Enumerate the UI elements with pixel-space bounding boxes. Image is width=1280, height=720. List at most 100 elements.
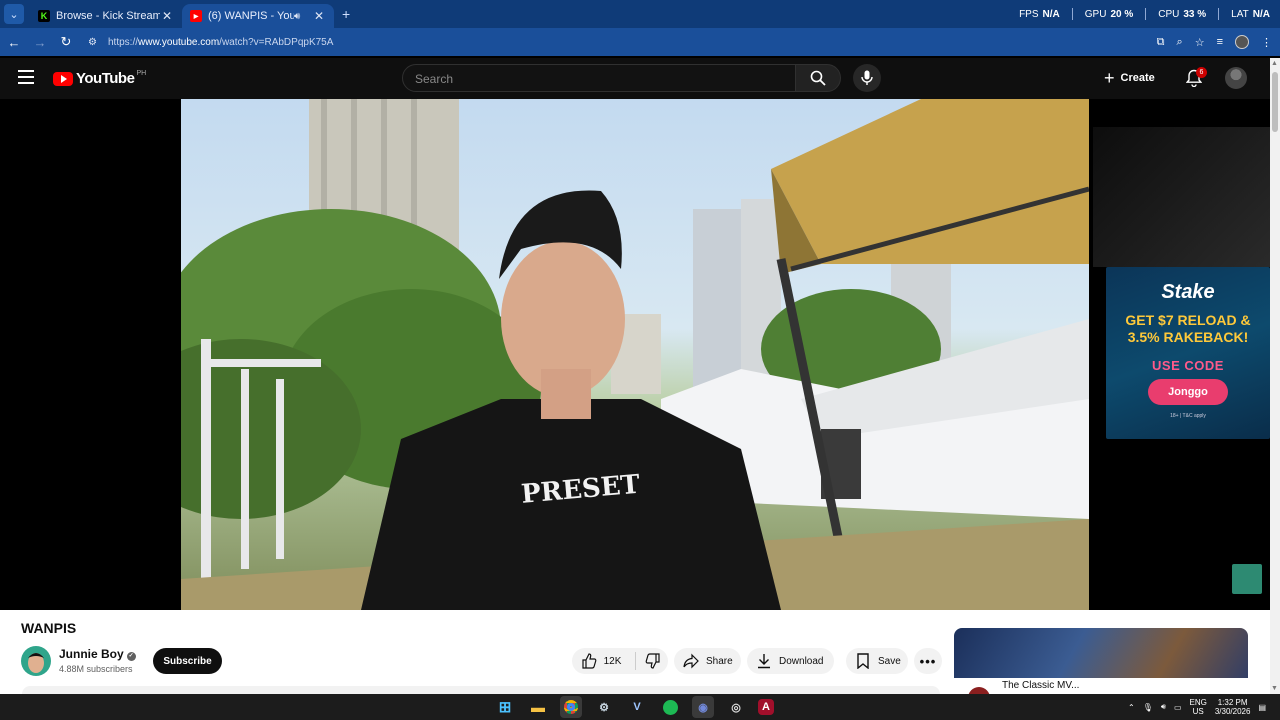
youtube-logo[interactable]: YouTube PH — [53, 70, 146, 87]
video-title: WANPIS — [21, 620, 77, 636]
save-label: Save — [878, 655, 901, 667]
kick-favicon-icon: K — [38, 10, 50, 22]
notification-center-icon[interactable]: ▤ — [1258, 703, 1266, 712]
media-control-icon[interactable]: ≡ — [1217, 36, 1223, 48]
divider — [1145, 8, 1147, 20]
avatar-image — [28, 653, 44, 673]
search-input[interactable]: Search — [402, 64, 796, 92]
ad-code-button[interactable]: Jonggo — [1148, 379, 1228, 405]
back-arrow-icon[interactable]: ← — [2, 30, 26, 54]
streamer-webcam — [1093, 127, 1270, 267]
related-video-title[interactable]: The Classic MV... — [1002, 680, 1079, 691]
site-info-icon[interactable]: ⚙ — [88, 37, 102, 48]
page-scrollbar[interactable]: ▲ ▼ — [1270, 58, 1280, 694]
stake-ad-banner[interactable]: Stake GET $7 RELOAD & 3.5% RAKEBACK! USE… — [1106, 267, 1270, 439]
verified-icon: ✓ — [126, 652, 136, 661]
lat-readout: LAT N/A — [1231, 8, 1270, 20]
windows-taskbar: ⊞ ▬ ⚙ V ◉ ◎ A ⌃ 🎙︎ 🔊︎ ▭ ENG US 1:32 PM 3/3… — [0, 694, 1280, 720]
reload-icon[interactable]: ↻ — [54, 30, 78, 54]
browser-tab-strip: ⌄ K Browse - Kick Streaming ✕ ▶ (6) WANP… — [0, 0, 1280, 28]
valorant-icon[interactable]: V — [626, 696, 648, 718]
like-count[interactable]: 12K — [604, 656, 622, 667]
browser-menu-icon[interactable]: ⋮ — [1261, 36, 1272, 49]
system-tray: ⌃ 🎙︎ 🔊︎ ▭ ENG US 1:32 PM 3/30/2026 ▤ — [1128, 694, 1266, 720]
zoom-icon[interactable]: ⌕ — [1177, 36, 1183, 49]
video-player[interactable]: PRESET Stake GET $7 RELOAD & 3.5% RAKEBA… — [0, 99, 1270, 610]
scroll-up-icon[interactable]: ▲ — [1271, 60, 1278, 67]
country-code: PH — [136, 70, 147, 77]
save-button[interactable]: Save — [846, 648, 908, 674]
logo-text: YouTube — [76, 70, 135, 87]
chrome-icon[interactable] — [560, 696, 582, 718]
description-box[interactable] — [22, 686, 940, 694]
plus-icon: + — [1104, 67, 1115, 88]
obs-icon[interactable]: ◎ — [725, 696, 747, 718]
create-label: Create — [1120, 72, 1155, 84]
ad-fine-print: 18+ | T&C apply — [1170, 413, 1206, 419]
video-scene: PRESET — [181, 99, 1089, 610]
search-button[interactable] — [795, 64, 841, 92]
create-button[interactable]: + Create — [1104, 66, 1155, 90]
new-tab-button[interactable]: + — [342, 6, 350, 22]
share-button[interactable]: Share — [674, 648, 741, 674]
toolbar-actions: ⧉ ⌕ ☆ ≡ ⋮ — [1157, 28, 1272, 56]
download-label: Download — [779, 655, 824, 667]
share-arrow-icon — [682, 652, 700, 670]
channel-watermark[interactable] — [1232, 564, 1262, 594]
video-frame[interactable]: PRESET — [181, 99, 1089, 610]
youtube-play-icon — [53, 71, 73, 86]
divider — [1218, 8, 1220, 20]
account-avatar[interactable] — [1225, 67, 1247, 89]
download-button[interactable]: Download — [747, 648, 834, 674]
network-icon[interactable]: ▭ — [1174, 703, 1182, 712]
taskbar-apps: ⊞ ▬ ⚙ V ◉ ◎ A — [494, 696, 774, 718]
adobe-icon[interactable]: A — [758, 699, 774, 715]
tab-kick[interactable]: K Browse - Kick Streaming ✕ — [30, 4, 182, 28]
volume-icon[interactable]: 🔊︎ — [1161, 702, 1166, 712]
ad-headline-2: 3.5% RAKEBACK! — [1127, 329, 1249, 345]
download-icon — [755, 652, 773, 670]
speaker-icon[interactable]: 🔊︎ — [294, 11, 308, 22]
windows-start-icon[interactable]: ⊞ — [494, 696, 516, 718]
discord-icon[interactable]: ◉ — [692, 696, 714, 718]
close-icon[interactable]: ✕ — [160, 9, 174, 23]
clock[interactable]: 1:32 PM 3/30/2026 — [1215, 698, 1251, 716]
channel-avatar[interactable] — [21, 646, 51, 676]
menu-icon[interactable] — [18, 70, 34, 88]
youtube-favicon-icon: ▶ — [190, 10, 202, 22]
cpu-readout: CPU 33 % — [1158, 8, 1207, 20]
scroll-down-icon[interactable]: ▼ — [1271, 685, 1278, 692]
thumbs-down-icon[interactable] — [644, 652, 662, 670]
ad-headline-1: GET $7 RELOAD & — [1125, 312, 1251, 328]
channel-name[interactable]: Junnie Boy ✓ — [59, 647, 136, 661]
forward-arrow-icon[interactable]: → — [28, 30, 52, 54]
close-icon[interactable]: ✕ — [312, 9, 326, 23]
divider — [1071, 8, 1073, 20]
thumbs-up-icon[interactable] — [580, 652, 598, 670]
voice-search-button[interactable] — [853, 64, 881, 92]
microphone-icon — [861, 70, 873, 85]
gpu-readout: GPU 20 % — [1084, 8, 1134, 20]
steam-icon[interactable]: ⚙ — [593, 696, 615, 718]
youtube-header: YouTube PH Search + Create 6 — [0, 58, 1270, 99]
tray-overflow-icon[interactable]: ⌃ — [1128, 703, 1135, 712]
cast-icon[interactable]: ⧉ — [1157, 36, 1165, 49]
like-dislike-group: 12K — [572, 648, 668, 674]
file-explorer-icon[interactable]: ▬ — [527, 696, 549, 718]
tab-youtube[interactable]: ▶ (6) WANPIS - YouTube 🔊︎ ✕ — [182, 4, 334, 28]
bookmark-icon — [854, 652, 872, 670]
scrollbar-thumb[interactable] — [1272, 72, 1278, 132]
tab-title: (6) WANPIS - YouTube — [208, 10, 294, 22]
share-label: Share — [706, 655, 733, 667]
language-indicator[interactable]: ENG US — [1190, 698, 1207, 716]
related-video-card[interactable]: The Classic MV... — [954, 628, 1248, 694]
spotify-icon[interactable] — [659, 696, 681, 718]
profile-icon[interactable] — [1235, 35, 1249, 49]
more-actions-button[interactable]: ••• — [914, 648, 942, 674]
tab-search-button[interactable]: ⌄ — [4, 4, 24, 24]
bookmark-star-icon[interactable]: ☆ — [1195, 36, 1205, 49]
mic-tray-icon[interactable]: 🎙︎ — [1143, 703, 1153, 712]
url-field[interactable]: ⚙ https://www.youtube.com/watch?v=RAbDPq… — [82, 31, 1192, 53]
subscribe-button[interactable]: Subscribe — [153, 648, 222, 674]
ad-brand: Stake — [1161, 281, 1215, 303]
